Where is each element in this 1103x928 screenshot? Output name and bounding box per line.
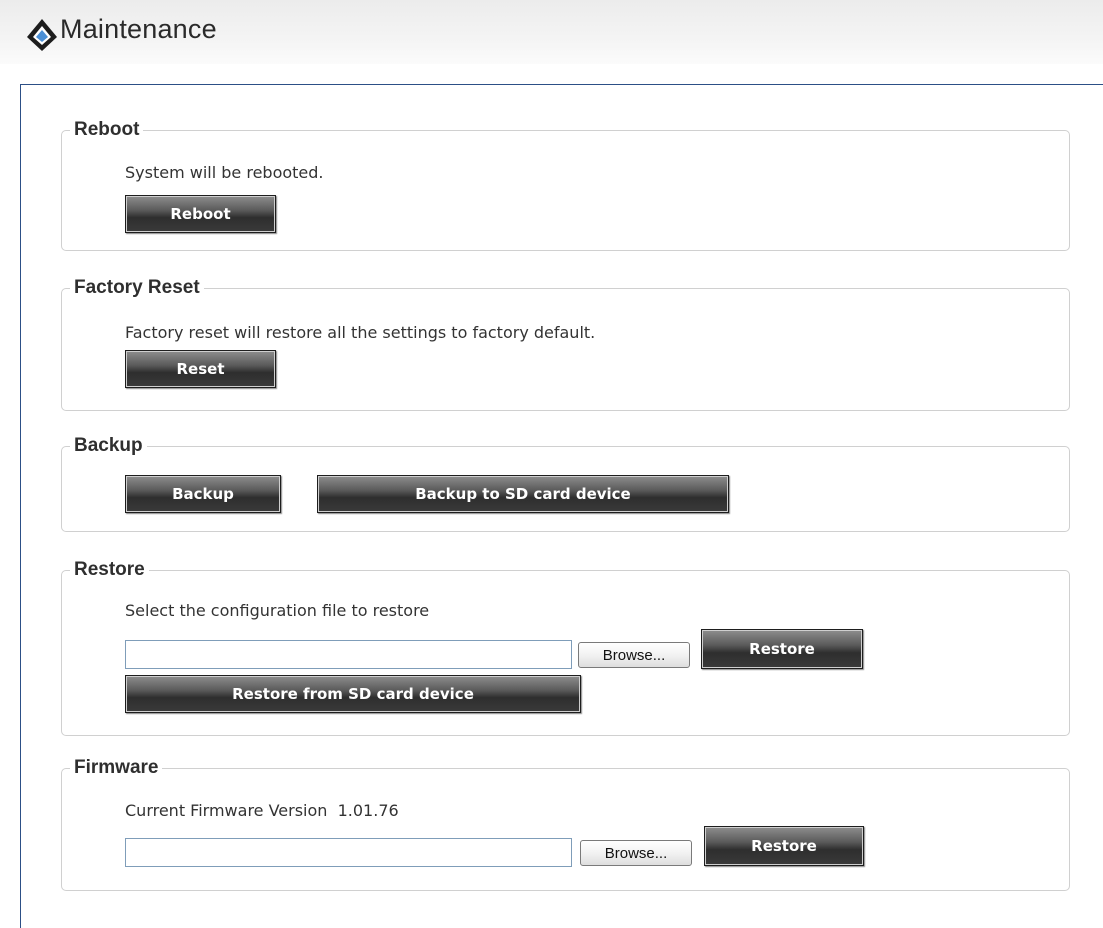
factory-reset-section: Factory Reset — [61, 277, 1070, 411]
maintenance-panel: Reboot System will be rebooted. Reboot F… — [20, 84, 1103, 928]
reboot-button[interactable]: Reboot — [125, 195, 276, 233]
backup-button[interactable]: Backup — [125, 475, 281, 513]
backup-to-sd-button[interactable]: Backup to SD card device — [317, 475, 729, 513]
factory-reset-description: Factory reset will restore all the setti… — [125, 323, 596, 342]
firmware-restore-button[interactable]: Restore — [704, 826, 864, 866]
restore-file-input[interactable] — [125, 640, 572, 669]
page-header: Maintenance — [0, 0, 1103, 64]
restore-button[interactable]: Restore — [701, 629, 863, 669]
restore-browse-button[interactable]: Browse... — [578, 642, 690, 668]
factory-reset-legend: Factory Reset — [74, 277, 200, 298]
firmware-version-label: Current Firmware Version 1.01.76 — [125, 801, 399, 820]
firmware-file-input[interactable] — [125, 838, 572, 867]
restore-description: Select the configuration file to restore — [125, 601, 430, 620]
firmware-browse-button[interactable]: Browse... — [580, 840, 692, 866]
restore-legend: Restore — [74, 559, 145, 580]
restore-from-sd-button[interactable]: Restore from SD card device — [125, 675, 581, 713]
firmware-section: Firmware — [61, 757, 1070, 891]
firmware-legend: Firmware — [74, 757, 159, 778]
backup-legend: Backup — [74, 435, 143, 456]
diamond-logo-icon — [27, 19, 57, 51]
reset-button[interactable]: Reset — [125, 350, 276, 388]
reboot-description: System will be rebooted. — [125, 163, 324, 182]
page-title: Maintenance — [60, 14, 217, 44]
firmware-version-value: 1.01.76 — [337, 801, 399, 820]
reboot-legend: Reboot — [74, 119, 140, 140]
firmware-version-label-text: Current Firmware Version — [125, 801, 328, 820]
